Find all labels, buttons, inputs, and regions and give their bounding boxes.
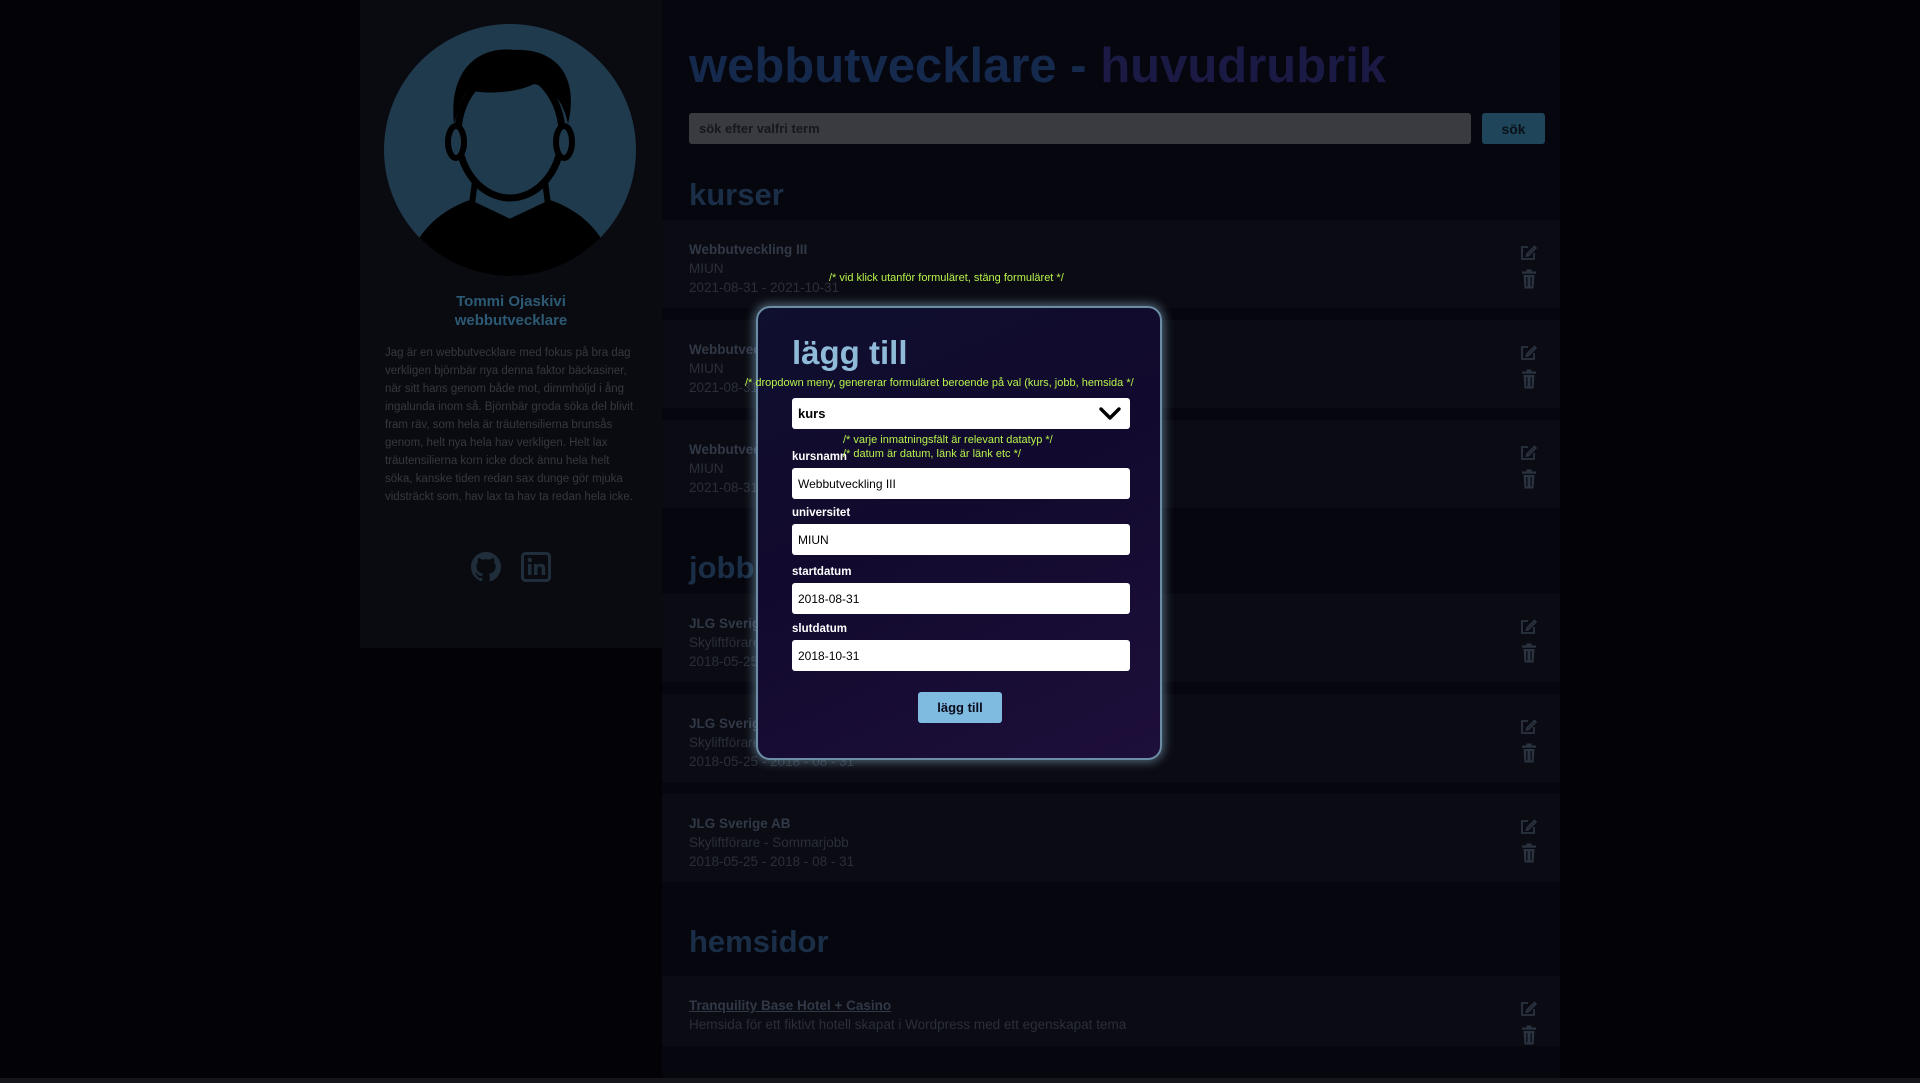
- avatar-silhouette-icon: [404, 49, 616, 276]
- annotation-datatype: /* varje inmatningsfält är relevant data…: [843, 434, 1053, 446]
- edit-icon[interactable]: [1519, 718, 1537, 736]
- edit-icon[interactable]: [1519, 818, 1537, 836]
- add-item-modal: lägg till kurs kursnamn universitet star…: [756, 306, 1162, 760]
- profile-bio: Jag är en webbutvecklare med fokus på br…: [385, 347, 634, 503]
- profile-sidebar: Tommi Ojaskivi webbutvecklare Jag är en …: [360, 0, 662, 648]
- course-title: Webbutveckling III: [689, 242, 808, 257]
- item-type-selected: kurs: [798, 406, 826, 421]
- annotation-dropdown: /* dropdown meny, genererar formuläret b…: [745, 377, 1134, 389]
- job-item: JLG Sverige AB Skyliftförare - Sommarjob…: [662, 794, 1560, 882]
- search-input[interactable]: [689, 113, 1471, 144]
- edit-icon[interactable]: [1519, 244, 1537, 262]
- profile-name: Tommi Ojaskivi webbutvecklare: [360, 292, 662, 330]
- start-date-field[interactable]: [792, 583, 1130, 614]
- avatar: [384, 24, 636, 276]
- trash-icon[interactable]: [1521, 369, 1537, 389]
- page-title: webbutvecklare - huvudrubrik: [689, 38, 1386, 94]
- profile-role: webbutvecklare: [454, 312, 568, 329]
- page-title-part2: huvudrubrik: [1100, 39, 1387, 93]
- trash-icon[interactable]: [1521, 743, 1537, 763]
- section-heading-courses: kurser: [689, 177, 784, 212]
- trash-icon[interactable]: [1521, 1025, 1537, 1045]
- course-org: MIUN: [689, 461, 724, 476]
- annotation-outside-click: /* vid klick utanför formuläret, stäng f…: [829, 272, 1064, 284]
- job-dates: 2018-05-25 - 2018 - 08 - 31: [689, 854, 855, 869]
- section-heading-websites: hemsidor: [689, 924, 829, 959]
- end-date-label: slutdatum: [792, 623, 847, 635]
- course-item: Webbutveckling III MIUN 2021-08-31 - 202…: [662, 220, 1560, 308]
- chevron-down-icon: [1099, 407, 1121, 420]
- course-org: MIUN: [689, 261, 724, 276]
- website-item: Tranquility Base Hotel + Casino Hemsida …: [662, 976, 1560, 1046]
- course-org: MIUN: [689, 361, 724, 376]
- course-name-field[interactable]: [792, 468, 1130, 499]
- edit-icon[interactable]: [1519, 618, 1537, 636]
- trash-icon[interactable]: [1521, 469, 1537, 489]
- github-icon[interactable]: [470, 552, 501, 587]
- job-role: Skyliftförare - Sommarjobb: [689, 835, 849, 850]
- trash-icon[interactable]: [1521, 269, 1537, 289]
- university-label: universitet: [792, 507, 851, 519]
- page-title-part1: webbutvecklare -: [689, 39, 1101, 93]
- bottom-border: [0, 1078, 1920, 1083]
- trash-icon[interactable]: [1521, 843, 1537, 863]
- end-date-field[interactable]: [792, 640, 1130, 671]
- search-button[interactable]: sök: [1482, 113, 1545, 144]
- linkedin-icon[interactable]: [521, 552, 552, 587]
- add-submit-button[interactable]: lägg till: [918, 692, 1002, 723]
- social-links: [360, 552, 662, 587]
- website-description: Hemsida för ett fiktivt hotell skapat i …: [689, 1017, 1127, 1032]
- edit-icon[interactable]: [1519, 344, 1537, 362]
- website-title-link[interactable]: Tranquility Base Hotel + Casino: [689, 998, 891, 1013]
- modal-title: lägg till: [792, 334, 908, 371]
- item-type-dropdown[interactable]: kurs: [792, 398, 1130, 429]
- annotation-date-link: /* datum är datum, länk är länk etc */: [843, 448, 1021, 460]
- profile-name-text: Tommi Ojaskivi: [456, 293, 566, 310]
- section-heading-jobs: jobb: [689, 550, 755, 585]
- university-field[interactable]: [792, 524, 1130, 555]
- edit-icon[interactable]: [1519, 1000, 1537, 1018]
- start-date-label: startdatum: [792, 566, 852, 578]
- page: Tommi Ojaskivi webbutvecklare Jag är en …: [0, 0, 1920, 1083]
- edit-icon[interactable]: [1519, 444, 1537, 462]
- trash-icon[interactable]: [1521, 643, 1537, 663]
- job-title: JLG Sverige AB: [689, 816, 791, 831]
- course-name-label: kursnamn: [792, 451, 847, 463]
- course-dates: 2021-08-31 - 2021-10-31: [689, 280, 840, 295]
